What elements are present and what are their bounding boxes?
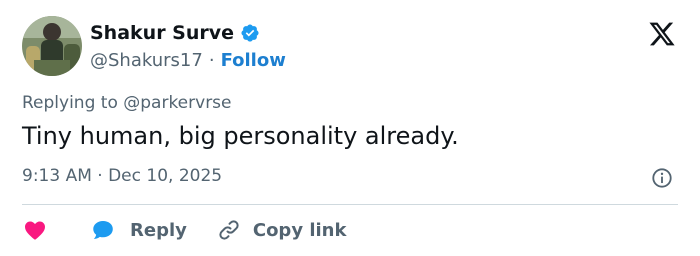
- heart-icon: [25, 221, 45, 240]
- like-button[interactable]: [22, 218, 48, 242]
- verified-badge-icon: [241, 24, 259, 42]
- author-handle[interactable]: @Shakurs17: [90, 50, 203, 71]
- reply-label: Reply: [130, 219, 187, 241]
- avatar[interactable]: [22, 16, 82, 76]
- follow-button[interactable]: Follow: [221, 50, 286, 71]
- copy-link-label: Copy link: [252, 219, 347, 241]
- x-logo-icon[interactable]: [647, 20, 677, 48]
- author-handle-row: @Shakurs17 · Follow: [90, 48, 286, 72]
- reply-button[interactable]: Reply: [48, 218, 187, 242]
- divider: [22, 204, 678, 205]
- action-bar: Reply Copy link: [22, 216, 346, 244]
- speech-bubble-icon: [93, 221, 113, 239]
- tweet-text: Tiny human, big personality already.: [22, 122, 459, 150]
- info-icon[interactable]: [651, 167, 673, 189]
- replying-to-text[interactable]: Replying to @parkervrse: [22, 93, 232, 113]
- avatar-image: [22, 16, 82, 76]
- separator-dot: ·: [208, 49, 215, 71]
- copy-link-button[interactable]: Copy link: [187, 218, 347, 242]
- tweet-timestamp[interactable]: 9:13 AM · Dec 10, 2025: [22, 166, 222, 186]
- link-icon: [219, 220, 239, 240]
- author-name-row: Shakur Surve: [90, 20, 260, 46]
- author-display-name[interactable]: Shakur Surve: [90, 22, 234, 44]
